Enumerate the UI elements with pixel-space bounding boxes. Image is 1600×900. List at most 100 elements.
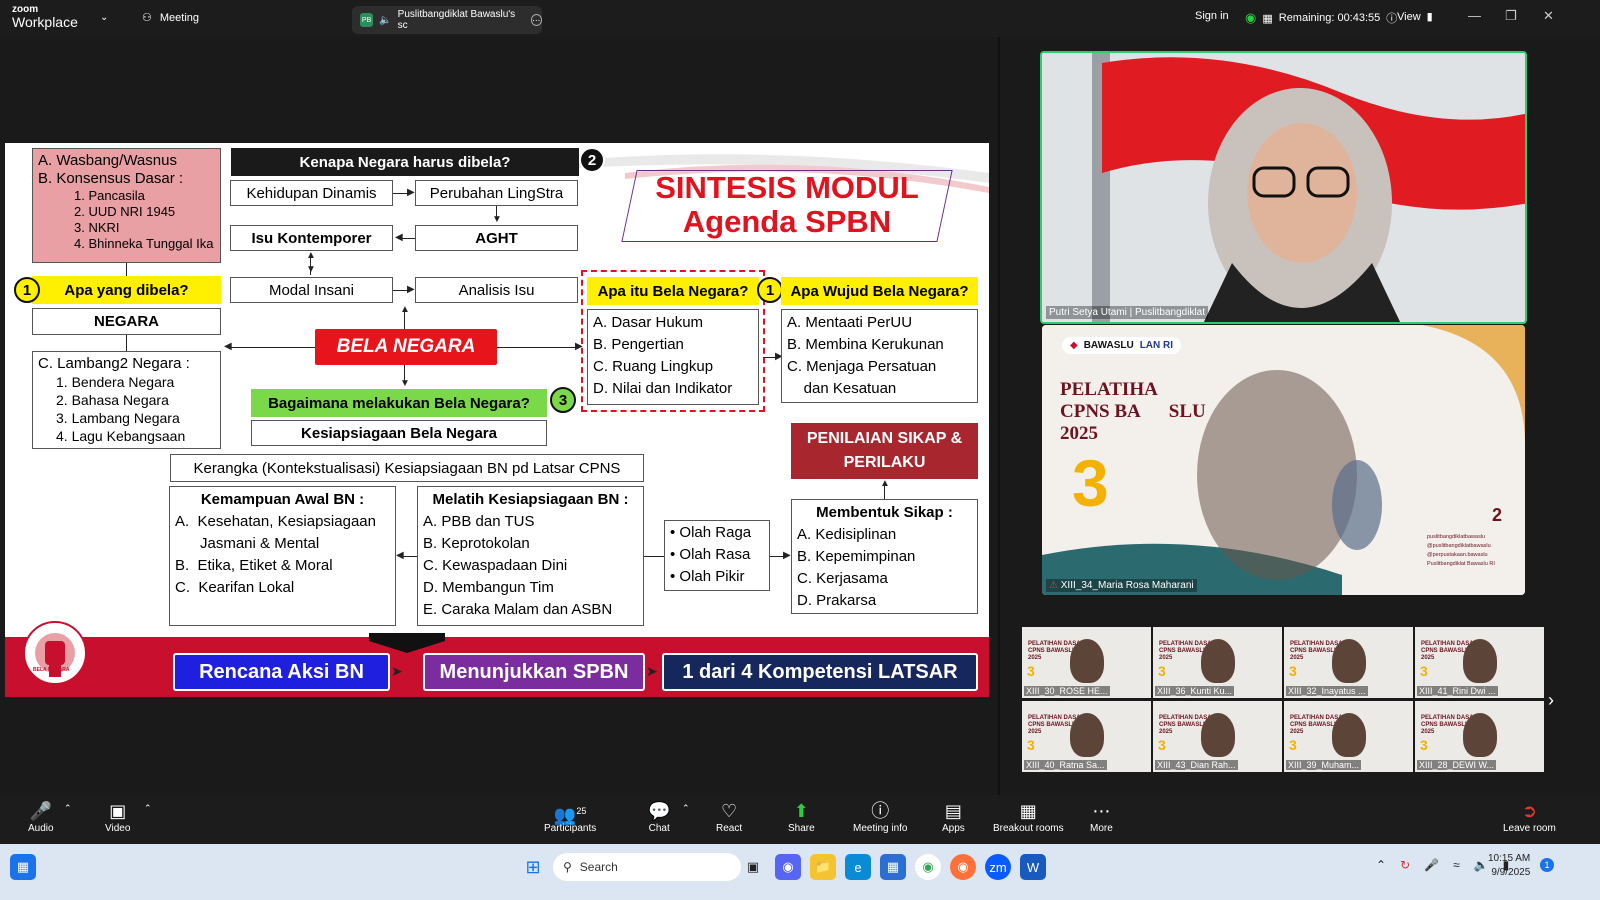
restore-button[interactable]: ❐ [1505, 8, 1517, 24]
notification-badge[interactable]: 1 [1540, 858, 1554, 872]
gallery-next-icon[interactable]: › [1548, 690, 1554, 711]
file-explorer-icon[interactable]: 📁 [810, 854, 836, 880]
info-icon: ⓘ [871, 801, 890, 821]
arrow-head: ▼ [492, 214, 502, 225]
share-button[interactable]: ⬆ Share [788, 799, 815, 834]
leave-room-button[interactable]: ➲ Leave room [1503, 799, 1556, 834]
video-button[interactable]: ▣ Video [105, 799, 130, 834]
wifi-icon[interactable]: ≈ [1453, 858, 1460, 872]
panel-divider[interactable] [998, 37, 1000, 795]
participant-thumb[interactable]: PELATIHAN DASAR CPNS BAWASLU 2025 3 XIII_41_… [1415, 627, 1544, 698]
penilaian-box: PENILAIAN SIKAP & PERILAKU [791, 423, 978, 479]
gallery-strip: PELATIHAN DASAR CPNS BAWASLU 2025 3 XIII_30_… [1022, 627, 1545, 775]
minimize-button[interactable]: — [1468, 8, 1481, 23]
participants-button[interactable]: 👥25 Participants [544, 799, 596, 834]
audio-button[interactable]: 🎤 Audio [28, 799, 54, 834]
chat-options-icon[interactable]: ⌃ [682, 803, 690, 814]
close-button[interactable]: ✕ [1543, 8, 1554, 24]
chevron-down-icon[interactable]: ⌄ [100, 12, 108, 23]
negara-box: NEGARA [32, 308, 221, 335]
volume-icon[interactable]: 🔈 [1474, 858, 1489, 872]
shared-slide: A. Wasbang/Wasnus B. Konsensus Dasar : 1… [5, 143, 989, 697]
zoom-icon[interactable]: zm [985, 854, 1011, 880]
chat-button[interactable]: 💬 Chat [648, 799, 670, 834]
arrow-head: ◀ [395, 232, 403, 243]
windows-start-icon[interactable]: ⊞ [520, 854, 546, 880]
firefox-icon[interactable]: ◉ [950, 854, 976, 880]
arrow-head: ◀ [396, 550, 404, 561]
bagaimana-heading: Bagaimana melakukan Bela Negara? [251, 389, 547, 417]
audio-options-icon[interactable]: ⌃ [64, 803, 72, 814]
mic-muted-icon: ⚠ [1049, 580, 1058, 591]
participant-thumb[interactable]: PELATIHAN DASAR CPNS BAWASLU 2025 3 XIII_30_… [1022, 627, 1151, 698]
arrow-head: ➤ [646, 663, 658, 679]
zoom-logo[interactable]: zoom Workplace [12, 5, 78, 30]
membentuk-box: Membentuk Sikap : A. Kedisiplinan B. Kep… [791, 499, 978, 614]
menunjukkan-pill: Menunjukkan SPBN [423, 653, 645, 691]
speaker-icon: 🔈 [379, 14, 392, 26]
banner-year-mark: 2 [1492, 505, 1503, 525]
video-active-speaker[interactable]: Putri Setya Utami | Puslitbangdiklat [1040, 51, 1527, 324]
info-icon[interactable]: ⓘ [1386, 10, 1397, 26]
chrome-icon[interactable]: ◉ [915, 854, 941, 880]
heart-icon: ♡ [720, 801, 738, 821]
participant-thumb[interactable]: PELATIHAN DASAR CPNS BAWASLU 2025 3 XIII_32_… [1284, 627, 1413, 698]
camera-icon: ▣ [109, 801, 127, 821]
bawaslu-mark-icon: ◆ [1070, 340, 1078, 351]
tab-screen-share[interactable]: PB 🔈 Puslitbangdiklat Bawaslu's sc ⋯ [352, 6, 542, 34]
widgets-icon[interactable]: ▦ [10, 854, 36, 880]
share-badge: PB [360, 13, 374, 27]
word-icon[interactable]: W [1020, 854, 1046, 880]
view-button[interactable]: View ▮ [1397, 10, 1433, 24]
breakout-rooms-button[interactable]: ▦ Breakout rooms [993, 799, 1064, 834]
meeting-info-button[interactable]: ⓘ Meeting info [853, 799, 907, 834]
teams-icon[interactable]: ◉ [775, 854, 801, 880]
aght-box: AGHT [415, 225, 578, 251]
participant-thumb[interactable]: PELATIHAN DASAR CPNS BAWASLU 2025 3 XIII_36_… [1153, 627, 1282, 698]
connector [126, 263, 127, 276]
mic-icon[interactable]: 🎤 [1424, 858, 1439, 872]
sync-icon[interactable]: ↻ [1400, 858, 1410, 872]
arrow-head: ▼ [306, 264, 316, 275]
lambang-list: 1. Bendera Negara 2. Bahasa Negara 3. La… [56, 374, 186, 444]
apps-button[interactable]: ▤ Apps [942, 799, 965, 834]
bawaslu-logo: ◆ BAWASLU LAN RI [1062, 337, 1182, 354]
people-icon: 👥 [553, 805, 577, 825]
grid-icon: ▦ [1019, 801, 1037, 821]
perubahan-box: Perubahan LingStra [415, 180, 578, 206]
apa-yang-dibela-heading: Apa yang dibela? [32, 276, 221, 304]
task-view-icon[interactable]: ▣ [740, 854, 766, 880]
number-badge-1b: 1 [757, 277, 783, 303]
number-badge-1: 1 [14, 277, 40, 303]
participant-thumb[interactable]: PELATIHAN DASAR CPNS BAWASLU 2025 3 XIII_39_… [1284, 701, 1413, 772]
chevron-up-icon[interactable]: ⌃ [1376, 858, 1386, 872]
participant-thumb[interactable]: PELATIHAN DASAR CPNS BAWASLU 2025 3 XIII_28_… [1415, 701, 1544, 772]
react-button[interactable]: ♡ React [716, 799, 742, 834]
kompetensi-pill: 1 dari 4 Kompetensi LATSAR [662, 653, 978, 691]
taskbar-search[interactable]: ⚲ Search [553, 853, 741, 881]
edge-icon[interactable]: e [845, 854, 871, 880]
shield-check-icon: ◉ [1245, 10, 1257, 25]
share-arrow-icon: ⬆ [793, 801, 809, 821]
apa-itu-list: A. Dasar Hukum B. Pengertian C. Ruang Li… [587, 309, 759, 405]
gel-number: 3 [1072, 446, 1109, 520]
more-icon[interactable]: ⋯ [530, 14, 542, 26]
arrow-head: ➤ [391, 663, 403, 679]
rencana-aksi-pill: Rencana Aksi BN [173, 653, 390, 691]
bela-negara-logo: BELA NEGARA [23, 621, 87, 685]
participant-thumb[interactable]: PELATIHAN DASAR CPNS BAWASLU 2025 3 XIII_40_… [1022, 701, 1151, 772]
clock[interactable]: 10:15 AM 9/9/2025 [1488, 852, 1530, 880]
participant-thumb[interactable]: PELATIHAN DASAR CPNS BAWASLU 2025 3 XIII_43_… [1153, 701, 1282, 772]
view-grid-icon: ▮ [1426, 11, 1433, 23]
kehidupan-box: Kehidupan Dinamis [230, 180, 393, 206]
video-options-icon[interactable]: ⌃ [144, 803, 152, 814]
analisis-isu-box: Analisis Isu [415, 277, 578, 303]
more-button[interactable]: ⋯ More [1090, 799, 1113, 834]
sign-in-button[interactable]: Sign in [1195, 10, 1229, 22]
tab-meeting[interactable]: ⚇ Meeting [142, 11, 199, 25]
lambang-box: C. Lambang2 Negara : 1. Bendera Negara 2… [32, 351, 221, 449]
video-participant-main[interactable]: ◆ BAWASLU LAN RI PELATIHA CPNS BA SLU 202… [1042, 325, 1525, 595]
kesiapsiagaan-box: Kesiapsiagaan Bela Negara [251, 420, 547, 446]
store-icon[interactable]: ▦ [880, 854, 906, 880]
chat-icon: 💬 [648, 801, 671, 821]
